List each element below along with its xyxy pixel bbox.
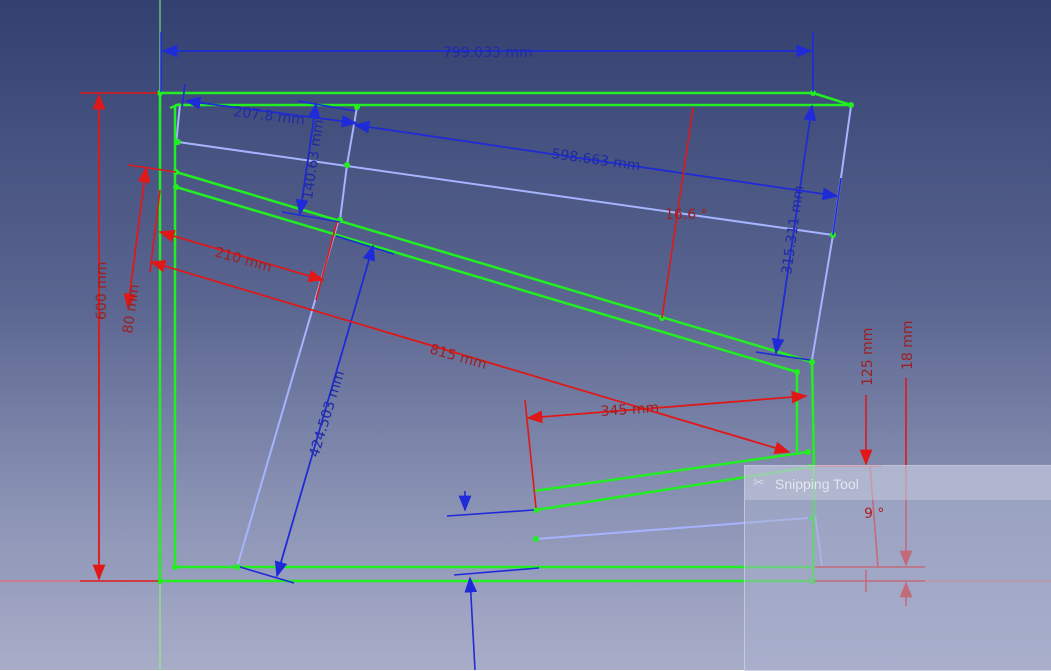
snipping-tool-title: Snipping Tool [775, 476, 859, 492]
dim-right-125[interactable]: 125 mm [860, 328, 876, 386]
dim-width-top[interactable]: 799.033 mm [443, 45, 533, 61]
sketch-canvas[interactable]: 799.033 mm 207.8 mm 598.663 mm 140.63 mm… [0, 0, 1051, 671]
dim-seg-210[interactable]: 210 mm [213, 244, 274, 275]
dim-angle-top[interactable]: 16.6 ° [665, 207, 708, 223]
dim-seg-815[interactable]: 815 mm [428, 341, 489, 372]
dim-height-total[interactable]: 600 mm [94, 262, 110, 320]
dim-right-18[interactable]: 18 mm [900, 320, 916, 370]
dim-top-b[interactable]: 598.663 mm [550, 146, 641, 174]
blue-dimensions[interactable] [160, 32, 842, 670]
dim-left-80[interactable]: 80 mm [120, 283, 143, 334]
snipping-tool-titlebar[interactable]: ✂ Snipping Tool [745, 466, 1051, 500]
dim-long-diag[interactable]: 424.503 mm [307, 369, 349, 459]
scissors-icon: ✂ [753, 475, 765, 491]
dim-top-a[interactable]: 207.8 mm [233, 104, 306, 129]
snipping-tool-window[interactable]: ✂ Snipping Tool [744, 465, 1051, 671]
dim-seg-345[interactable]: 345 mm [600, 400, 659, 420]
